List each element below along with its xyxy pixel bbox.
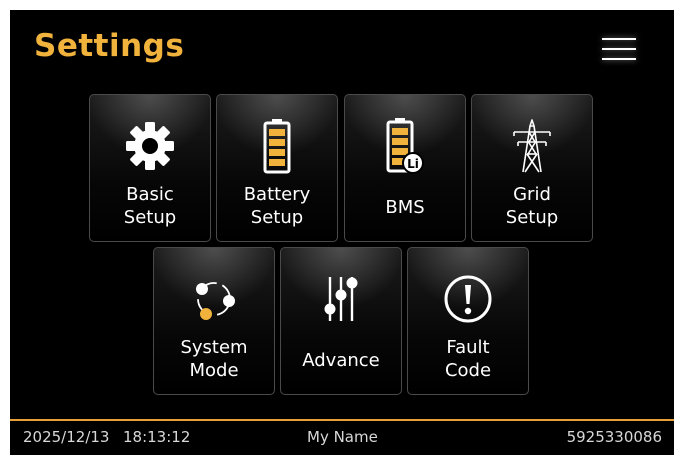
system-mode-tile[interactable]: System Mode <box>153 247 275 395</box>
battery-setup-label: Battery Setup <box>217 183 337 229</box>
menu-icon-bar-middle <box>602 48 636 50</box>
grid-setup-label-line2: Setup <box>505 207 559 228</box>
grid-setup-label-line1: Grid <box>513 184 551 205</box>
basic-setup-tile[interactable]: Basic Setup <box>89 94 211 242</box>
system-mode-icon <box>154 270 274 328</box>
bms-tile[interactable]: Li BMS <box>344 94 466 242</box>
battery-setup-label-line2: Setup <box>250 207 304 228</box>
menu-icon-bar-top <box>602 38 636 40</box>
fault-code-label-line2: Code <box>444 360 492 381</box>
system-mode-label-line2: Mode <box>189 360 239 381</box>
footer-date: 2025/12/13 <box>23 428 110 446</box>
fault-code-tile[interactable]: Fault Code <box>407 247 529 395</box>
footer-serial-number: 5925330086 <box>566 428 662 446</box>
advance-label-line1: Advance <box>302 350 380 371</box>
fault-code-label-line1: Fault <box>446 337 490 358</box>
advance-tile[interactable]: Advance <box>280 247 402 395</box>
battery-icon <box>217 117 337 175</box>
footer-user-name: My Name <box>307 428 378 446</box>
sliders-icon <box>281 270 401 328</box>
gear-icon <box>90 117 210 175</box>
footer-time: 18:13:12 <box>123 428 191 446</box>
bms-label: BMS <box>345 196 465 219</box>
footer-divider <box>10 419 674 421</box>
advance-label: Advance <box>281 349 401 372</box>
system-mode-label-line1: System <box>180 337 248 358</box>
grid-setup-label: Grid Setup <box>472 183 592 229</box>
fault-code-label: Fault Code <box>408 336 528 382</box>
alert-circle-icon <box>408 270 528 328</box>
menu-icon-bar-bottom <box>602 58 636 60</box>
settings-screen: Settings Basic Setup Battery Setup Li BM… <box>10 10 674 455</box>
battery-lithium-icon: Li <box>345 117 465 175</box>
battery-setup-label-line1: Battery <box>243 184 311 205</box>
page-title: Settings <box>34 28 185 64</box>
basic-setup-label-line2: Setup <box>123 207 177 228</box>
system-mode-label: System Mode <box>154 336 274 382</box>
basic-setup-label-line1: Basic <box>126 184 174 205</box>
grid-setup-tile[interactable]: Grid Setup <box>471 94 593 242</box>
transmission-tower-icon <box>472 117 592 175</box>
hamburger-menu-button[interactable] <box>602 35 636 63</box>
basic-setup-label: Basic Setup <box>90 183 210 229</box>
battery-setup-tile[interactable]: Battery Setup <box>216 94 338 242</box>
lithium-badge: Li <box>407 157 419 171</box>
bms-label-line1: BMS <box>385 197 425 218</box>
